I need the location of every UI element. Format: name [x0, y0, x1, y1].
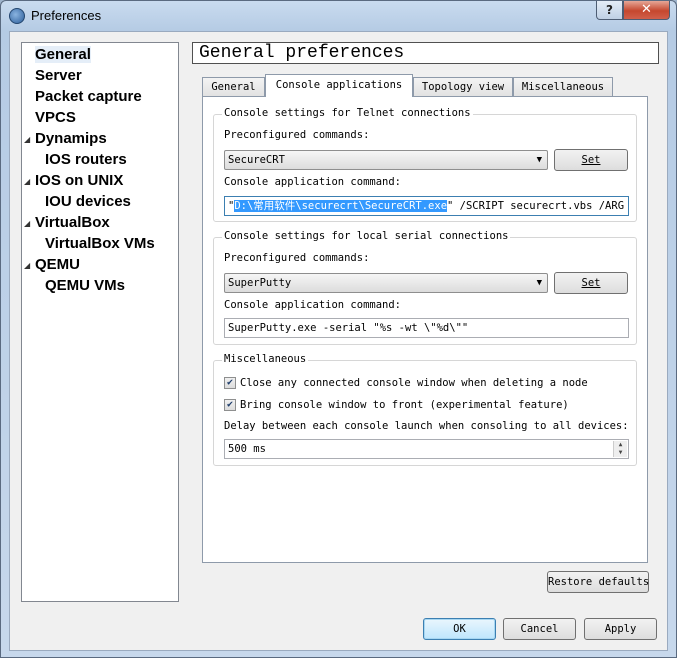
tab-general[interactable]: General [202, 77, 265, 96]
serial-preconf-combo[interactable]: SuperPutty ▼ [224, 273, 548, 293]
nav-item-vpcs[interactable]: VPCS [35, 109, 76, 126]
spin-down-icon[interactable]: ▼ [613, 449, 627, 457]
nav-item-ios-on-unix[interactable]: IOS on UNIX [35, 172, 123, 189]
ok-button[interactable]: OK [423, 618, 496, 640]
telnet-preconf-label: Preconfigured commands: [224, 129, 370, 141]
expand-arrow-icon[interactable]: ◢ [24, 177, 30, 186]
nav-item-qemu[interactable]: QEMU [35, 256, 80, 273]
misc-group: Miscellaneous ✔ Close any connected cons… [213, 353, 637, 466]
nav-item-virtualbox-vms[interactable]: VirtualBox VMs [45, 235, 155, 252]
telnet-group: Console settings for Telnet connections … [213, 107, 637, 222]
page-title: General preferences [192, 42, 659, 64]
chevron-down-icon: ▼ [536, 155, 542, 165]
tab-miscellaneous[interactable]: Miscellaneous [513, 77, 613, 96]
spin-up-icon[interactable]: ▲ [613, 441, 627, 449]
bring-front-checkbox[interactable]: ✔ [224, 399, 236, 411]
nav-item-iou-devices[interactable]: IOU devices [45, 193, 131, 210]
nav-item-server[interactable]: Server [35, 67, 82, 84]
delay-spinbox[interactable]: 500 ms ▲ ▼ [224, 439, 629, 459]
expand-arrow-icon[interactable]: ◢ [24, 135, 30, 144]
close-console-label: Close any connected console window when … [240, 377, 588, 389]
serial-preconf-label: Preconfigured commands: [224, 252, 370, 264]
nav-item-ios-routers[interactable]: IOS routers [45, 151, 127, 168]
telnet-cmd-suffix: " /SCRIPT securecrt.vbs /ARG "% [447, 200, 629, 212]
telnet-set-label: Set [581, 154, 601, 166]
check-icon: ✔ [226, 399, 234, 410]
serial-group: Console settings for local serial connec… [213, 230, 637, 345]
tab-panel-console-applications: Console settings for Telnet connections … [202, 96, 648, 563]
serial-cmd-label: Console application command: [224, 299, 402, 311]
serial-preconf-value: SuperPutty [228, 277, 292, 289]
telnet-cmd-input[interactable]: "D:\常用软件\securecrt\SecureCRT.exe" /SCRIP… [224, 196, 629, 216]
delay-value: 500 ms [228, 443, 266, 455]
cancel-button[interactable]: Cancel [503, 618, 576, 640]
telnet-preconf-combo[interactable]: SecureCRT ▼ [224, 150, 548, 170]
telnet-cmd-label: Console application command: [224, 176, 402, 188]
telnet-group-title: Console settings for Telnet connections [222, 107, 473, 119]
telnet-cmd-selected: D:\常用软件\securecrt\SecureCRT.exe [234, 200, 448, 212]
expand-arrow-icon[interactable]: ◢ [24, 261, 30, 270]
misc-group-title: Miscellaneous [222, 353, 309, 365]
serial-group-title: Console settings for local serial connec… [222, 230, 511, 242]
app-icon [9, 8, 25, 24]
dialog-body: General Server Packet capture VPCS ◢ Dynamips… [9, 31, 668, 651]
preferences-window: Preferences ? ✕ General Server Packet capt… [0, 0, 677, 658]
nav-item-virtualbox[interactable]: VirtualBox [35, 214, 110, 231]
close-button[interactable]: ✕ [623, 1, 670, 20]
serial-set-label: Set [581, 277, 601, 289]
check-icon: ✔ [226, 377, 234, 388]
nav-item-packet-capture[interactable]: Packet capture [35, 88, 142, 105]
window-title: Preferences [31, 8, 102, 23]
bring-front-label: Bring console window to front (experimen… [240, 399, 569, 411]
restore-defaults-button[interactable]: Restore defaults [547, 571, 649, 593]
tab-topology-view[interactable]: Topology view [413, 77, 513, 96]
serial-cmd-input[interactable]: SuperPutty.exe -serial "%s -wt \"%d\"" [224, 318, 629, 338]
title-bar[interactable]: Preferences ? ✕ [1, 1, 676, 31]
tab-console-applications[interactable]: Console applications [265, 74, 413, 97]
help-button[interactable]: ? [596, 1, 623, 20]
delay-label: Delay between each console launch when c… [224, 420, 629, 432]
expand-arrow-icon[interactable]: ◢ [24, 219, 30, 228]
chevron-down-icon: ▼ [536, 278, 542, 288]
close-console-checkbox[interactable]: ✔ [224, 377, 236, 389]
nav-item-qemu-vms[interactable]: QEMU VMs [45, 277, 125, 294]
apply-button[interactable]: Apply [584, 618, 657, 640]
nav-item-general[interactable]: General [35, 46, 91, 63]
serial-set-button[interactable]: Set [554, 272, 628, 294]
preferences-nav-tree[interactable]: General Server Packet capture VPCS ◢ Dynamips… [21, 42, 179, 602]
telnet-set-button[interactable]: Set [554, 149, 628, 171]
serial-cmd-value: SuperPutty.exe -serial "%s -wt \"%d\"" [228, 322, 469, 334]
telnet-preconf-value: SecureCRT [228, 154, 285, 166]
nav-item-dynamips[interactable]: Dynamips [35, 130, 107, 147]
